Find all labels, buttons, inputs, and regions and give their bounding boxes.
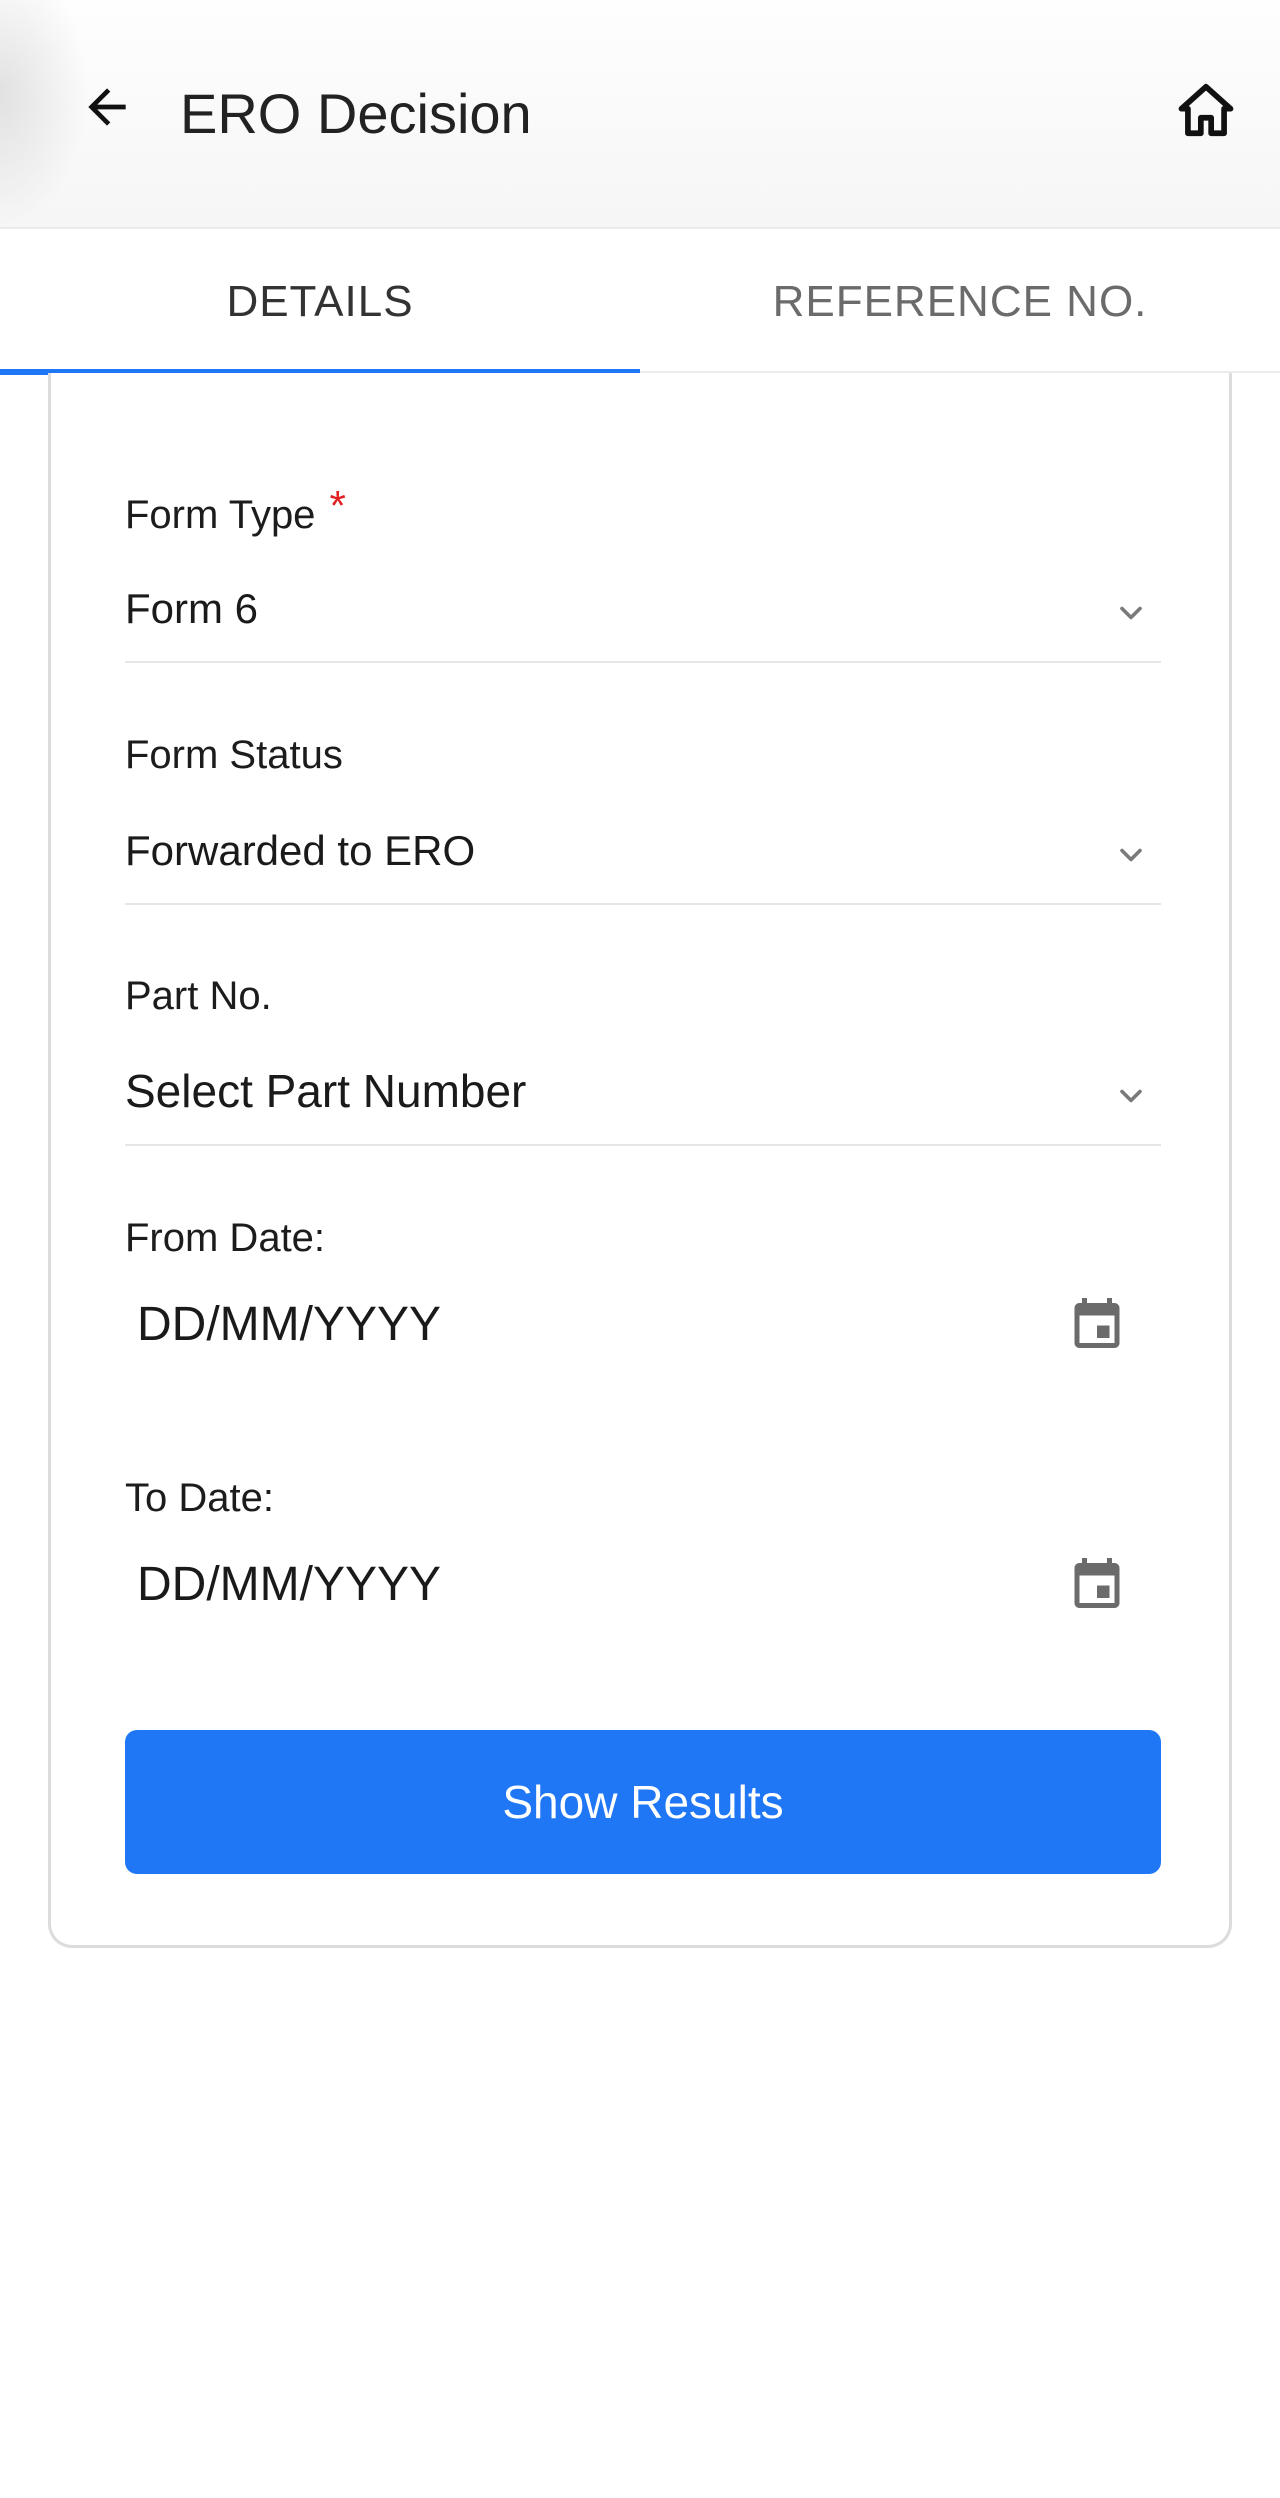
to-date-field[interactable]: DD/MM/YYYY [125, 1533, 1161, 1633]
form-status-label: Form Status [125, 733, 343, 777]
arrow-left-icon [88, 88, 126, 126]
form-type-value: Form 6 [125, 585, 259, 632]
form-type-select[interactable]: Form 6 [125, 571, 1161, 663]
chevron-down-icon [1120, 1089, 1142, 1103]
show-results-button[interactable]: Show Results [125, 1730, 1161, 1874]
part-no-label: Part No. [125, 974, 272, 1018]
chevron-down-icon [1120, 606, 1142, 620]
part-no-select[interactable]: Select Part Number [125, 1054, 1161, 1146]
from-date-placeholder: DD/MM/YYYY [137, 1298, 442, 1351]
app-bar: ERO Decision [0, 0, 1280, 229]
required-asterisk: * [329, 482, 346, 529]
form-status-select[interactable]: Forwarded to ERO [125, 813, 1161, 905]
chevron-down-icon [1120, 848, 1142, 862]
to-date-label: To Date: [125, 1476, 274, 1520]
from-date-field[interactable]: DD/MM/YYYY [125, 1273, 1161, 1373]
home-icon [1178, 83, 1234, 137]
form-status-value: Forwarded to ERO [125, 827, 476, 874]
back-button[interactable] [74, 74, 140, 140]
form-card: Form Type * Form 6 Form Status Forwarded … [48, 373, 1232, 1948]
calendar-icon[interactable] [1067, 1551, 1127, 1615]
tab-reference-no-label: REFERENCE NO. [772, 277, 1148, 326]
to-date-placeholder: DD/MM/YYYY [137, 1558, 442, 1611]
tab-bar: DETAILS REFERENCE NO. [0, 231, 1280, 375]
part-no-value: Select Part Number [125, 1065, 527, 1117]
from-date-label: From Date: [125, 1216, 326, 1260]
form-type-label-text: Form Type [125, 493, 316, 537]
calendar-icon[interactable] [1067, 1291, 1127, 1355]
tab-details[interactable]: DETAILS [0, 231, 640, 375]
form-type-label: Form Type * [125, 482, 346, 538]
tab-reference-no[interactable]: REFERENCE NO. [640, 231, 1280, 373]
tab-details-label: DETAILS [226, 277, 414, 326]
home-button[interactable] [1172, 76, 1240, 144]
page-title: ERO Decision [180, 82, 532, 145]
